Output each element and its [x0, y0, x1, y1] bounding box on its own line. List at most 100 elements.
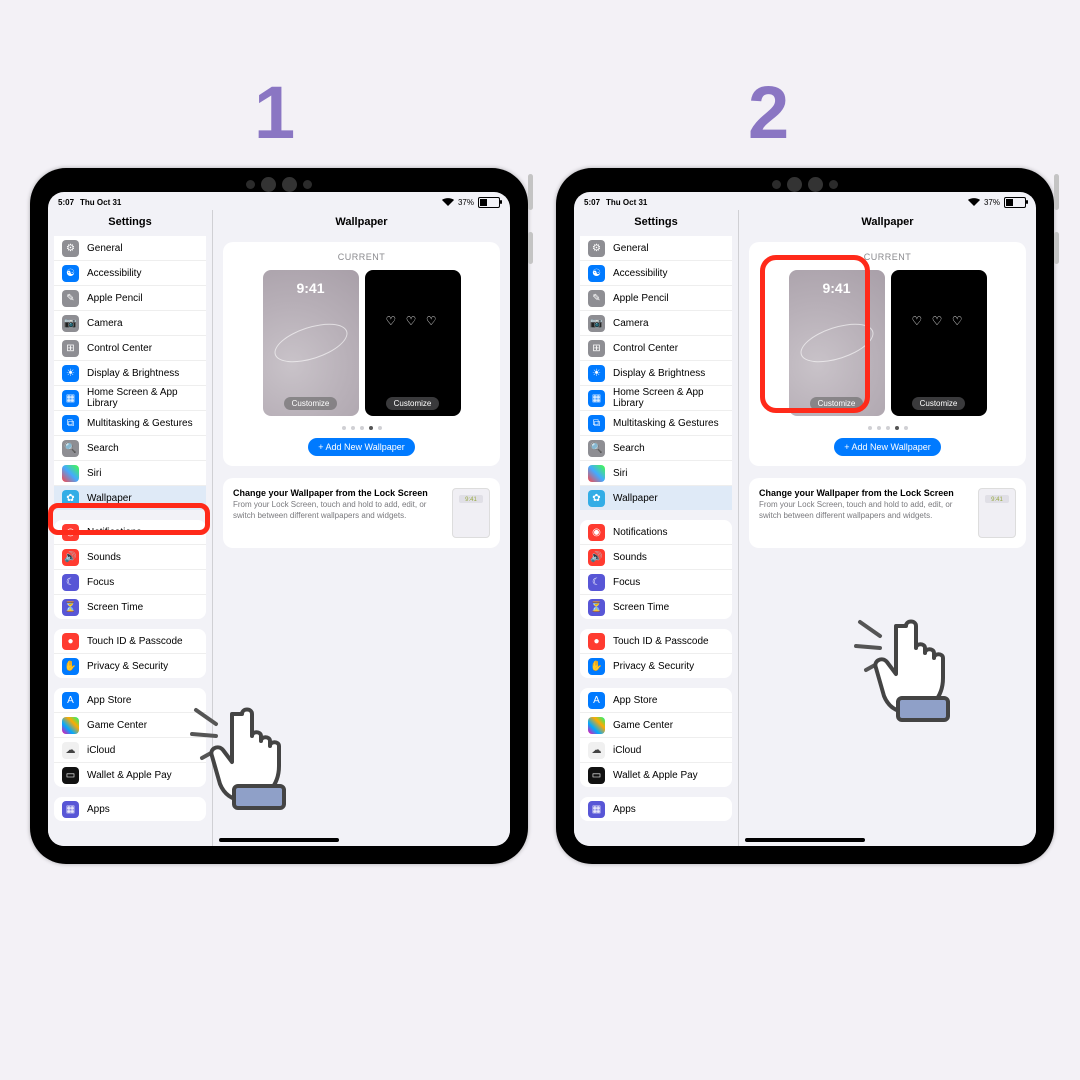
home-screen-preview[interactable]: ♡ ♡ ♡ Customize [365, 270, 461, 416]
add-new-wallpaper-button[interactable]: + Add New Wallpaper [834, 438, 940, 456]
sidebar-item-label: General [613, 243, 649, 254]
sidebar-item-gamecenter[interactable]: Game Center [580, 712, 732, 737]
sidebar-item-label: App Store [613, 695, 657, 706]
sidebar-item-appstore-icon: A [62, 692, 79, 709]
sidebar-item-notifications[interactable]: ◉Notifications [580, 520, 732, 544]
sidebar-item-label: Control Center [613, 343, 678, 354]
screen-1: 5:07Thu Oct 31 37% Settings ⚙General☯Acc… [48, 192, 510, 846]
sidebar-item-home-screen-icon: ▦ [62, 390, 79, 407]
sidebar-item-privacy[interactable]: ✋Privacy & Security [580, 653, 732, 678]
sidebar-item-siri[interactable]: Siri [580, 460, 732, 485]
home-screen-preview[interactable]: ♡ ♡ ♡ Customize [891, 270, 987, 416]
sidebar-item-apps-icon: ▦ [62, 801, 79, 818]
sidebar-item-apple-pencil-icon: ✎ [62, 290, 79, 307]
status-bar: 5:07Thu Oct 31 37% [574, 192, 1036, 210]
home-indicator[interactable] [219, 838, 339, 842]
sidebar-item-focus[interactable]: ☾Focus [54, 569, 206, 594]
sidebar-item-apple-pencil[interactable]: ✎ Apple Pencil [54, 285, 206, 310]
lock-screen-preview[interactable]: 9:41 Customize [263, 270, 359, 416]
customize-home-button[interactable]: Customize [386, 397, 440, 410]
ipad-frame-1: 5:07Thu Oct 31 37% Settings ⚙General☯Acc… [30, 168, 528, 864]
sidebar-item-label: Accessibility [87, 268, 141, 279]
sidebar-title: Settings [574, 210, 738, 236]
sidebar-item-sounds[interactable]: 🔊Sounds [580, 544, 732, 569]
sidebar-item-touchid[interactable]: ●Touch ID & Passcode [54, 629, 206, 653]
sidebar-item-label: Touch ID & Passcode [87, 636, 183, 647]
sidebar-item-wallet[interactable]: ▭Wallet & Apple Pay [580, 762, 732, 787]
sidebar-item-icloud-icon: ☁ [62, 742, 79, 759]
planet-ring-icon [795, 316, 877, 370]
sidebar-item-icloud[interactable]: ☁iCloud [54, 737, 206, 762]
sidebar-item-label: General [87, 243, 123, 254]
sidebar-item-camera-icon: 📷 [62, 315, 79, 332]
sidebar-item-label: Wallet & Apple Pay [87, 770, 172, 781]
sidebar-item-wallpaper[interactable]: ✿ Wallpaper [54, 485, 206, 510]
sidebar-item-screen-time[interactable]: ⏳Screen Time [54, 594, 206, 619]
sidebar-item-screen-time[interactable]: ⏳Screen Time [580, 594, 732, 619]
home-indicator[interactable] [745, 838, 865, 842]
sidebar-item-label: App Store [87, 695, 131, 706]
battery-icon [478, 197, 500, 208]
status-date: Thu Oct 31 [80, 198, 121, 207]
hardware-button [1054, 232, 1059, 264]
sidebar-item-focus[interactable]: ☾Focus [580, 569, 732, 594]
sidebar-item-multitasking[interactable]: ⧉Multitasking & Gestures [54, 410, 206, 435]
customize-lock-button[interactable]: Customize [810, 397, 864, 410]
sidebar-item-accessibility[interactable]: ☯Accessibility [580, 260, 732, 285]
sidebar-item-general[interactable]: ⚙General [580, 236, 732, 260]
sidebar-item-apps[interactable]: ▦Apps [54, 797, 206, 821]
sidebar-item-privacy[interactable]: ✋Privacy & Security [54, 653, 206, 678]
sidebar-item-appstore[interactable]: AApp Store [580, 688, 732, 712]
sidebar-item-sounds-icon: 🔊 [588, 549, 605, 566]
sidebar-item-sounds[interactable]: 🔊Sounds [54, 544, 206, 569]
sidebar-item-apple-pencil[interactable]: ✎Apple Pencil [580, 285, 732, 310]
sidebar-item-camera-icon: 📷 [588, 315, 605, 332]
hearts-icon: ♡ ♡ ♡ [365, 314, 461, 328]
sidebar-item-camera[interactable]: 📷Camera [54, 310, 206, 335]
sidebar-item-notifications[interactable]: ◉Notifications [54, 520, 206, 544]
planet-ring-icon [269, 316, 351, 370]
sidebar-item-display[interactable]: ☀Display & Brightness [54, 360, 206, 385]
sidebar-item-label: Multitasking & Gestures [87, 418, 193, 429]
sidebar-item-label: Apple Pencil [87, 293, 143, 304]
tip-title: Change your Wallpaper from the Lock Scre… [759, 488, 968, 498]
sidebar-item-accessibility[interactable]: ☯Accessibility [54, 260, 206, 285]
sidebar-item-icloud[interactable]: ☁iCloud [580, 737, 732, 762]
sidebar-item-general[interactable]: ⚙General [54, 236, 206, 260]
sidebar-item-control-center[interactable]: ⊞Control Center [580, 335, 732, 360]
sidebar-item-home-screen[interactable]: ▦Home Screen & App Library [580, 385, 732, 410]
sidebar-item-appstore[interactable]: A App Store [54, 688, 206, 712]
sidebar-item-label: Wallpaper [87, 493, 132, 504]
sidebar-item-multitasking-icon: ⧉ [588, 415, 605, 432]
sidebar-item-display[interactable]: ☀Display & Brightness [580, 360, 732, 385]
sidebar-item-home-screen[interactable]: ▦Home Screen & App Library [54, 385, 206, 410]
sidebar-item-search[interactable]: 🔍Search [54, 435, 206, 460]
lock-screen-preview[interactable]: 9:41 Customize [789, 270, 885, 416]
sidebar-item-gamecenter[interactable]: Game Center [54, 712, 206, 737]
customize-home-button[interactable]: Customize [912, 397, 966, 410]
sidebar-item-screen-time-icon: ⏳ [588, 599, 605, 616]
sidebar-item-multitasking[interactable]: ⧉Multitasking & Gestures [580, 410, 732, 435]
sidebar-item-apps[interactable]: ▦Apps [580, 797, 732, 821]
sidebar-item-wallpaper[interactable]: ✿Wallpaper [580, 485, 732, 510]
page-dots [759, 426, 1016, 430]
step-number-2: 2 [748, 70, 789, 155]
sidebar-item-label: Control Center [87, 343, 152, 354]
hardware-button [528, 232, 533, 264]
sidebar-item-touchid[interactable]: ●Touch ID & Passcode [580, 629, 732, 653]
sidebar-item-notifications-icon: ◉ [62, 524, 79, 541]
sidebar-item-label: Search [613, 443, 645, 454]
tip-title: Change your Wallpaper from the Lock Scre… [233, 488, 442, 498]
current-label: CURRENT [233, 252, 490, 262]
detail-pane: Wallpaper CURRENT 9:41 Customize ♡ ♡ ♡ [213, 210, 510, 846]
sidebar-item-camera[interactable]: 📷Camera [580, 310, 732, 335]
customize-lock-button[interactable]: Customize [284, 397, 338, 410]
sidebar-item-siri[interactable]: Siri [54, 460, 206, 485]
sidebar-item-search[interactable]: 🔍Search [580, 435, 732, 460]
sidebar-item-control-center[interactable]: ⊞Control Center [54, 335, 206, 360]
add-new-wallpaper-button[interactable]: + Add New Wallpaper [308, 438, 414, 456]
sidebar-item-wallpaper-icon: ✿ [62, 490, 79, 507]
sidebar-item-wallet[interactable]: ▭Wallet & Apple Pay [54, 762, 206, 787]
sidebar-item-label: Search [87, 443, 119, 454]
sidebar-item-gamecenter-icon [62, 717, 79, 734]
